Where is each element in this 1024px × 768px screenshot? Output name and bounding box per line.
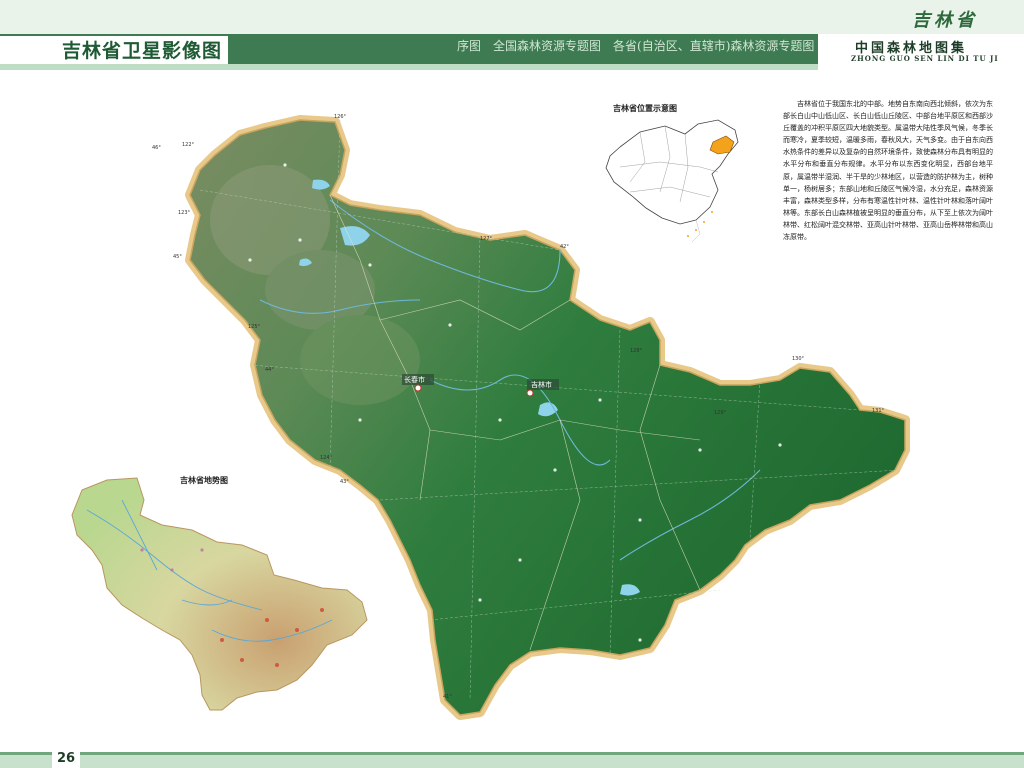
svg-text:126°: 126° (334, 114, 347, 120)
page-number: 26 (52, 751, 80, 768)
page-title: 吉林省卫星影像图 (62, 40, 223, 62)
svg-text:44°: 44° (265, 367, 274, 373)
svg-text:129°: 129° (714, 410, 727, 416)
svg-text:124°: 124° (320, 455, 333, 461)
footer-line (0, 752, 1024, 755)
province-description: 吉林省位于我国东北的中部。地势自东南向西北倾斜，依次为东部长白山中山低山区、长白… (783, 100, 993, 242)
breadcrumb-preface[interactable]: 序图 (457, 37, 481, 54)
svg-text:131°: 131° (872, 408, 885, 414)
svg-text:127°: 127° (480, 236, 493, 242)
svg-text:42°: 42° (560, 244, 569, 250)
svg-text:45°: 45° (173, 254, 182, 260)
svg-text:123°: 123° (178, 210, 191, 216)
header-top-band (0, 0, 1024, 34)
atlas-pinyin: ZHONG GUO SEN LIN DI TU JI (851, 54, 999, 63)
location-inset-map (605, 119, 739, 243)
svg-text:41°: 41° (443, 694, 452, 700)
city-changchun: 长春市 (404, 375, 425, 384)
province-name: 吉林省 (912, 10, 978, 31)
svg-text:125°: 125° (248, 324, 261, 330)
svg-text:46°: 46° (152, 145, 161, 151)
breadcrumb-provincial[interactable]: 各省(自治区、直辖市)森林资源专题图 (613, 37, 814, 54)
breadcrumb: 序图 全国森林资源专题图 各省(自治区、直辖市)森林资源专题图 (457, 37, 814, 54)
city-jilin: 吉林市 (531, 380, 552, 389)
svg-text:130°: 130° (792, 356, 805, 362)
svg-text:122°: 122° (182, 142, 195, 148)
svg-text:128°: 128° (630, 348, 643, 354)
terrain-inset-map (69, 475, 370, 713)
breadcrumb-national[interactable]: 全国森林资源专题图 (493, 37, 601, 54)
